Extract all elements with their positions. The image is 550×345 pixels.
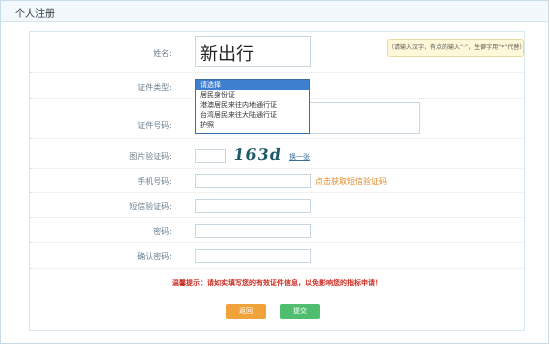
captcha-refresh-link[interactable]: 换一张 bbox=[289, 152, 310, 162]
row-divider bbox=[30, 72, 524, 73]
confirm-password-label: 确认密码: bbox=[137, 252, 172, 261]
captcha-input[interactable] bbox=[195, 149, 226, 163]
password-label: 密码: bbox=[153, 227, 172, 236]
id-type-option[interactable]: 居民身份证 bbox=[196, 90, 309, 100]
phone-input[interactable] bbox=[195, 174, 311, 188]
row-divider bbox=[30, 168, 524, 169]
phone-label: 手机号码: bbox=[137, 177, 172, 186]
row-divider bbox=[30, 192, 524, 193]
confirm-password-input[interactable] bbox=[195, 249, 311, 263]
submit-button[interactable]: 提交 bbox=[280, 304, 320, 319]
password-input[interactable] bbox=[195, 224, 311, 238]
id-number-label: 证件号码: bbox=[137, 121, 172, 130]
sms-code-input[interactable] bbox=[195, 199, 311, 213]
name-input[interactable]: 新出行 bbox=[195, 36, 311, 67]
id-type-option[interactable]: 请选择 bbox=[196, 80, 309, 90]
warm-tip: 温馨提示：请如实填写您的有效证件信息，以免影响您的指标申请！ bbox=[172, 279, 382, 287]
back-button[interactable]: 返回 bbox=[226, 304, 266, 319]
row-divider bbox=[30, 138, 524, 139]
row-divider bbox=[30, 217, 524, 218]
id-type-option[interactable]: 护照 bbox=[196, 120, 309, 130]
row-divider bbox=[30, 242, 524, 243]
sms-code-label: 短信验证码: bbox=[129, 202, 172, 211]
name-label: 姓名: bbox=[153, 49, 172, 58]
registration-panel: 个人注册 姓名: 新出行 （请输入汉字，有点的输入“·”，生僻字用“*”代替） … bbox=[0, 0, 549, 344]
id-type-select[interactable]: 请选择 居民身份证 港澳居民来往内地通行证 台湾居民来往大陆通行证 护照 bbox=[195, 79, 310, 134]
captcha-image[interactable]: 163d bbox=[231, 145, 283, 167]
row-divider bbox=[30, 268, 524, 269]
name-hint: （请输入汉字，有点的输入“·”，生僻字用“*”代替） bbox=[387, 39, 524, 57]
id-type-option[interactable]: 港澳居民来往内地通行证 bbox=[196, 100, 309, 110]
get-sms-code-link[interactable]: 点击获取短信验证码 bbox=[315, 176, 387, 187]
id-type-option[interactable]: 台湾居民来往大陆通行证 bbox=[196, 110, 309, 120]
registration-form: 姓名: 新出行 （请输入汉字，有点的输入“·”，生僻字用“*”代替） 证件类型:… bbox=[29, 31, 525, 331]
panel-title: 个人注册 bbox=[15, 9, 55, 20]
id-number-input[interactable] bbox=[308, 102, 420, 134]
captcha-label: 图片验证码: bbox=[129, 152, 172, 161]
id-type-label: 证件类型: bbox=[137, 83, 172, 92]
panel-header: 个人注册 bbox=[1, 1, 548, 22]
